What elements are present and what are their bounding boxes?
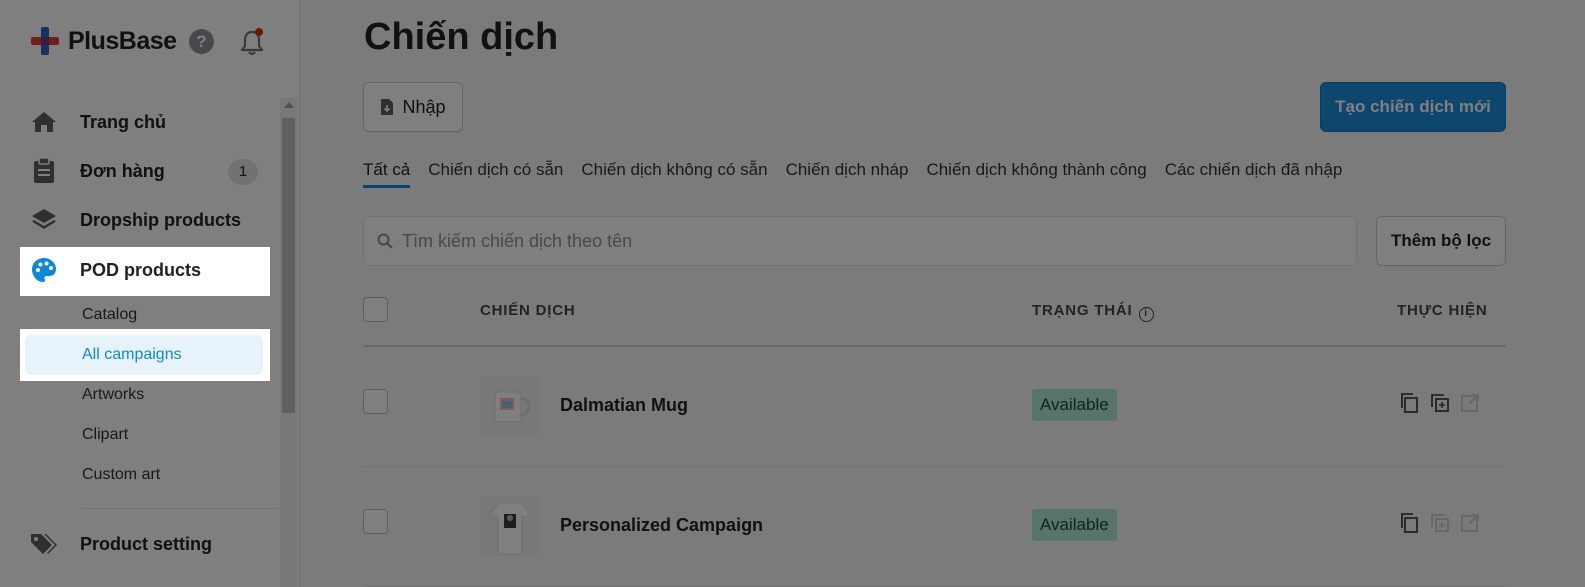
import-button-label: Nhập bbox=[402, 96, 446, 117]
sidebar-item-product-setting[interactable]: Product setting bbox=[20, 520, 270, 568]
create-campaign-button[interactable]: Tạo chiến dịch mới bbox=[1320, 82, 1506, 132]
sidebar-item-label: Product setting bbox=[80, 533, 213, 554]
tags-icon bbox=[30, 530, 58, 558]
main-content: Chiến dịch Nhập Tạo chiến dịch mới Tất c… bbox=[300, 0, 1585, 587]
campaign-name[interactable]: Personalized Campaign bbox=[560, 515, 763, 536]
table-row[interactable]: Dalmatian Mug Available bbox=[363, 347, 1506, 467]
sidebar-subitem-catalog[interactable]: Catalog bbox=[25, 295, 263, 335]
status-badge: Available bbox=[1032, 509, 1117, 541]
notification-bell-icon[interactable] bbox=[239, 28, 265, 56]
layers-icon bbox=[30, 206, 58, 234]
home-icon bbox=[30, 108, 58, 136]
duplicate-icon[interactable] bbox=[1429, 392, 1451, 414]
scroll-thumb[interactable] bbox=[282, 118, 295, 413]
external-link-icon[interactable] bbox=[1459, 512, 1481, 534]
product-thumbnail bbox=[480, 496, 540, 556]
sidebar-item-orders[interactable]: Đơn hàng 1 bbox=[20, 147, 270, 195]
column-header-campaign: CHIẾN DỊCH bbox=[480, 302, 576, 319]
row-checkbox[interactable] bbox=[363, 509, 388, 534]
tab-unavailable[interactable]: Chiến dịch không có sẵn bbox=[581, 160, 767, 188]
palette-icon bbox=[30, 256, 58, 284]
search-box bbox=[363, 216, 1357, 266]
product-thumbnail bbox=[480, 376, 540, 436]
sidebar-divider bbox=[82, 508, 278, 509]
brand-name: PlusBase bbox=[68, 26, 177, 55]
info-icon[interactable]: i bbox=[1138, 307, 1154, 322]
copy-icon[interactable] bbox=[1399, 392, 1421, 414]
status-badge: Available bbox=[1032, 389, 1117, 421]
campaign-tabs: Tất cả Chiến dịch có sẵn Chiến dịch khôn… bbox=[363, 160, 1360, 190]
orders-count-badge: 1 bbox=[228, 159, 258, 185]
sidebar-item-home[interactable]: Trang chủ bbox=[20, 98, 270, 146]
campaign-name[interactable]: Dalmatian Mug bbox=[560, 395, 688, 416]
column-header-actions: THỰC HIỆN bbox=[1397, 302, 1488, 319]
sidebar-item-label: POD products bbox=[80, 259, 202, 280]
search-input[interactable] bbox=[402, 230, 1302, 252]
sidebar-item-dropship-products[interactable]: Dropship products bbox=[20, 196, 270, 244]
duplicate-icon[interactable] bbox=[1429, 512, 1451, 534]
tab-imported[interactable]: Các chiến dịch đã nhập bbox=[1165, 160, 1343, 188]
column-header-status-label: TRẠNG THÁI bbox=[1032, 302, 1133, 319]
help-icon[interactable]: ? bbox=[189, 29, 214, 54]
table-row[interactable]: Personalized Campaign Available bbox=[363, 467, 1506, 587]
tab-failed[interactable]: Chiến dịch không thành công bbox=[926, 160, 1146, 188]
import-button[interactable]: Nhập bbox=[363, 82, 463, 132]
select-all-checkbox[interactable] bbox=[363, 297, 388, 322]
brand-logo[interactable]: PlusBase bbox=[30, 26, 177, 56]
external-link-icon[interactable] bbox=[1459, 392, 1481, 414]
sidebar-subitem-all-campaigns[interactable]: All campaigns bbox=[25, 335, 263, 375]
row-checkbox[interactable] bbox=[363, 389, 388, 414]
sidebar-item-pod-products[interactable]: POD products bbox=[20, 246, 270, 294]
sidebar-subitem-custom-art[interactable]: Custom art bbox=[25, 455, 263, 495]
search-icon bbox=[377, 233, 393, 249]
tab-available[interactable]: Chiến dịch có sẵn bbox=[428, 160, 563, 188]
sidebar-scrollbar[interactable] bbox=[280, 98, 297, 587]
page-title: Chiến dịch bbox=[364, 16, 559, 58]
table-header: CHIẾN DỊCH TRẠNG THÁI i THỰC HIỆN bbox=[363, 292, 1506, 347]
plusbase-logo-icon bbox=[31, 27, 59, 55]
add-filter-button[interactable]: Thêm bộ lọc bbox=[1376, 216, 1506, 266]
sidebar-subitem-artworks[interactable]: Artworks bbox=[25, 375, 263, 415]
copy-icon[interactable] bbox=[1399, 512, 1421, 534]
sidebar: PlusBase ? Trang chủ Đơn hàng 1 Dropship… bbox=[0, 0, 300, 587]
sidebar-subitem-clipart[interactable]: Clipart bbox=[25, 415, 263, 455]
tab-draft[interactable]: Chiến dịch nháp bbox=[786, 160, 909, 188]
sidebar-item-label: Đơn hàng bbox=[80, 160, 165, 181]
clipboard-icon bbox=[30, 157, 58, 185]
scroll-up-arrow-icon[interactable] bbox=[284, 102, 294, 108]
sidebar-item-label: Trang chủ bbox=[80, 111, 167, 132]
file-import-icon bbox=[381, 99, 394, 115]
column-header-status: TRẠNG THÁI i bbox=[1032, 302, 1154, 322]
sidebar-item-label: Dropship products bbox=[80, 209, 241, 230]
tab-all[interactable]: Tất cả bbox=[363, 160, 411, 188]
